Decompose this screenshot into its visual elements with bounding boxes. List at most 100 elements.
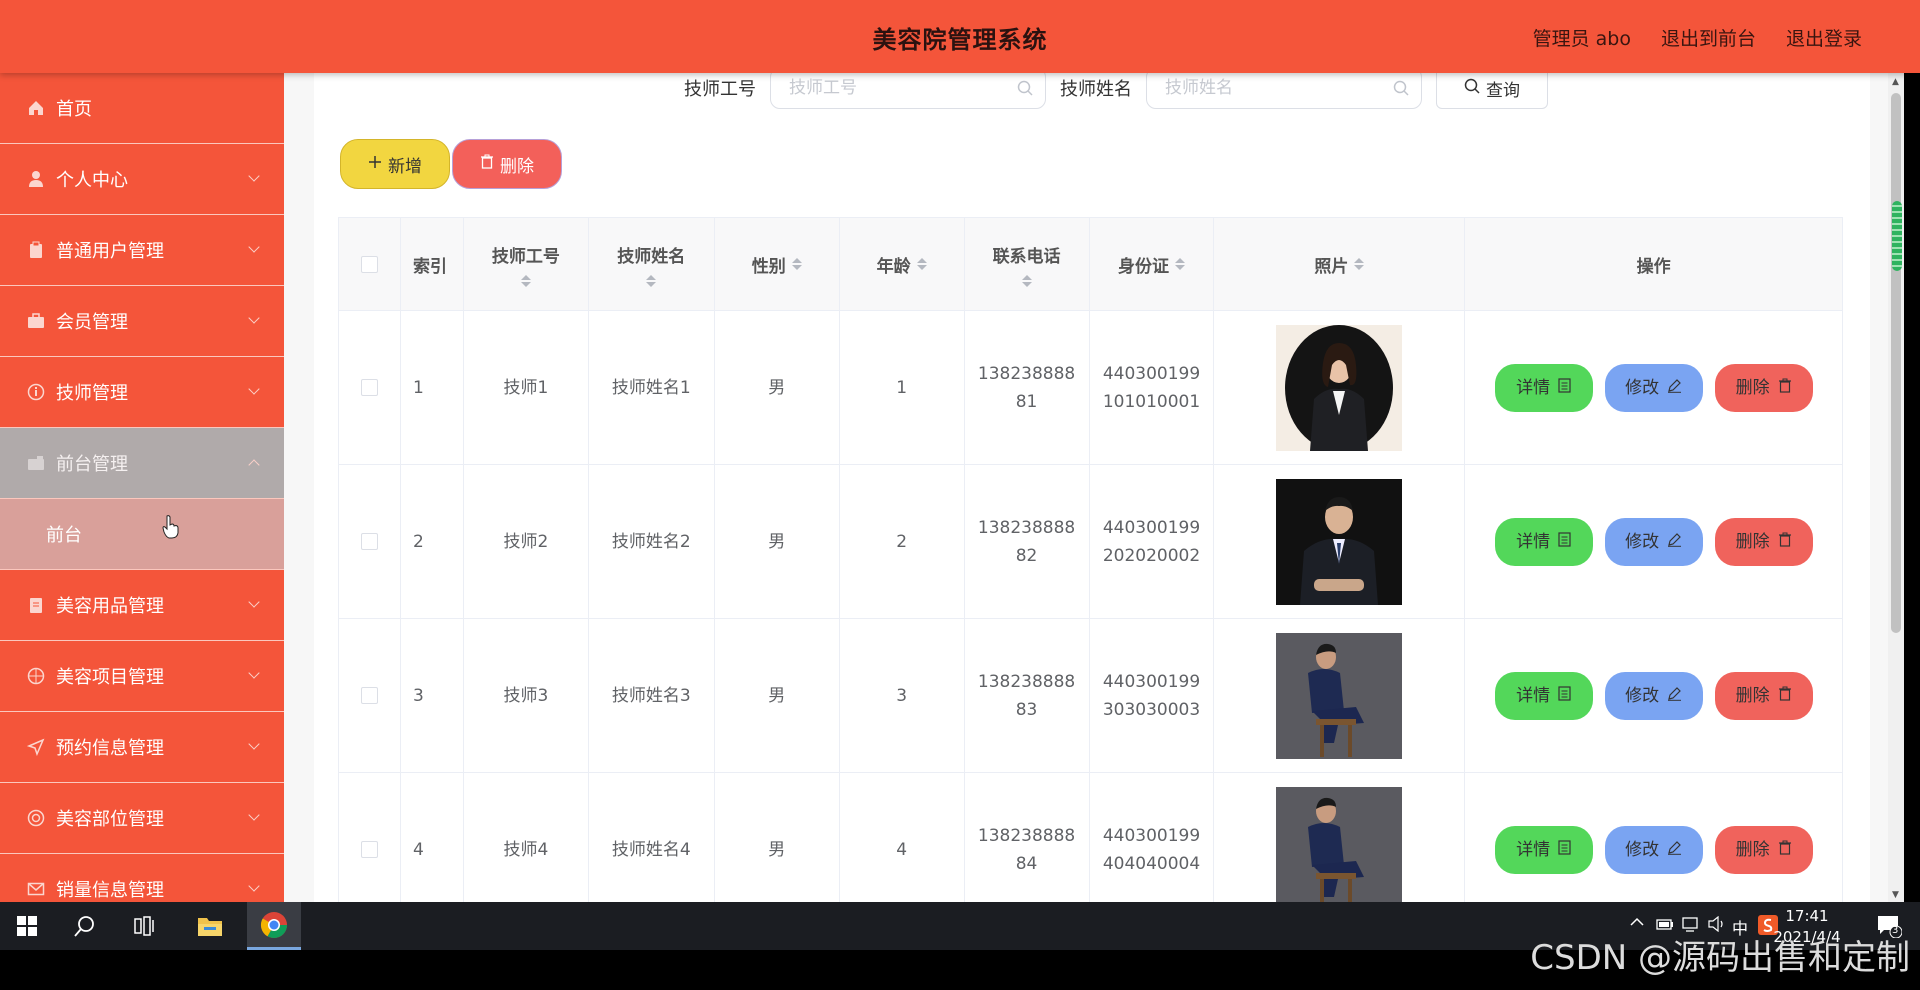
mail-icon [26, 879, 46, 899]
chevron-down-icon [248, 596, 260, 608]
tech-no-field[interactable] [770, 73, 1046, 109]
table-row: 2 技师2 技师姓名2 男 2 138238888 82 440300199 202… [339, 465, 1844, 619]
sidebar-item-personal-center[interactable]: 个人中心 [0, 144, 284, 215]
age-cell: 4 [840, 773, 965, 902]
batch-delete-button[interactable]: 删除 [452, 139, 562, 189]
detail-button[interactable]: 详情 [1494, 825, 1593, 874]
admin-user-link[interactable]: 管理员 abo [1533, 24, 1631, 51]
search-icon[interactable] [58, 902, 112, 950]
header-tech-no[interactable]: 技师工号 [463, 218, 589, 310]
sidebar-item-beauty-products[interactable]: 美容用品管理 [0, 570, 284, 641]
id-line-1: 440300199 [1102, 825, 1201, 846]
sidebar-item-beauty-projects[interactable]: 美容项目管理 [0, 641, 284, 712]
row-delete-button[interactable]: 删除 [1714, 671, 1813, 720]
side-widget-handle[interactable] [1892, 201, 1902, 271]
phone-line-1: 138238888 [977, 363, 1076, 384]
detail-button[interactable]: 详情 [1494, 363, 1593, 412]
row-checkbox-cell [339, 465, 401, 618]
exit-to-frontend-link[interactable]: 退出到前台 [1661, 24, 1756, 51]
edit-button[interactable]: 修改 [1604, 363, 1703, 412]
delete-label: 删除 [1735, 839, 1770, 860]
sort-icon[interactable] [1021, 274, 1032, 287]
table-row: 3 技师3 技师姓名3 男 3 138238888 83 440300199 303… [339, 619, 1844, 773]
task-view-icon[interactable] [118, 902, 172, 950]
row-checkbox[interactable] [360, 687, 378, 704]
sort-icon[interactable] [520, 274, 531, 287]
detail-button[interactable]: 详情 [1494, 517, 1593, 566]
sidebar: 首页 个人中心 普通用户管理 会员管理 技师管理 前台管理 前台 美容用品管理 … [0, 73, 284, 902]
sidebar-item-label: 普通用户管理 [56, 241, 164, 262]
send-icon [26, 737, 46, 757]
sidebar-subitem-frontdesk[interactable]: 前台 [0, 499, 284, 570]
circle-icon [26, 808, 46, 828]
row-delete-button[interactable]: 删除 [1714, 517, 1813, 566]
sidebar-item-label: 预约信息管理 [56, 738, 164, 759]
scroll-up-icon[interactable]: ▲ [1892, 77, 1899, 87]
sex-cell: 男 [715, 773, 840, 902]
photo-cell [1214, 465, 1466, 618]
sort-icon[interactable] [646, 274, 657, 287]
age-cell: 2 [840, 465, 965, 618]
sidebar-item-home[interactable]: 首页 [0, 73, 284, 144]
header-sex[interactable]: 性别 [714, 218, 840, 310]
tech-no-label: 技师工号 [684, 79, 756, 100]
age-cell: 3 [840, 619, 965, 772]
vertical-scrollbar[interactable]: ▲ ▼ [1888, 73, 1904, 902]
tech-name-cell: 技师姓名2 [589, 465, 715, 618]
sidebar-item-beauty-parts[interactable]: 美容部位管理 [0, 783, 284, 854]
sidebar-item-label: 个人中心 [56, 170, 128, 191]
index-cell: 1 [401, 311, 464, 464]
detail-button[interactable]: 详情 [1494, 671, 1593, 720]
row-delete-button[interactable]: 删除 [1714, 825, 1813, 874]
sidebar-item-users[interactable]: 普通用户管理 [0, 215, 284, 286]
select-all-checkbox[interactable] [360, 255, 378, 273]
id-line-1: 440300199 [1102, 363, 1201, 384]
phone-cell: 138238888 82 [965, 465, 1090, 618]
sidebar-item-label: 会员管理 [56, 312, 128, 333]
photo-cell [1214, 619, 1466, 772]
file-explorer-icon[interactable] [183, 902, 237, 950]
delete-label: 删除 [1735, 531, 1770, 552]
row-checkbox-cell [339, 619, 401, 772]
sidebar-item-appointments[interactable]: 预约信息管理 [0, 712, 284, 783]
header-phone[interactable]: 联系电话 [964, 218, 1090, 310]
sidebar-item-frontdesk[interactable]: 前台管理 [0, 428, 284, 499]
phone-line-2: 81 [1015, 391, 1038, 412]
sort-icon[interactable] [791, 258, 802, 270]
tech-name-input[interactable] [1165, 78, 1403, 98]
document-icon [1558, 374, 1571, 402]
header-age[interactable]: 年龄 [839, 218, 965, 310]
tech-name-field[interactable] [1146, 73, 1422, 109]
header-tech-name[interactable]: 技师姓名 [588, 218, 715, 310]
row-checkbox[interactable] [360, 379, 378, 396]
logout-link[interactable]: 退出登录 [1786, 24, 1862, 51]
windows-start-icon[interactable] [0, 902, 54, 950]
sidebar-item-sales[interactable]: 销量信息管理 [0, 854, 284, 902]
phone-line-1: 138238888 [977, 517, 1076, 538]
scroll-down-icon[interactable]: ▼ [1892, 890, 1899, 900]
scrollbar-thumb[interactable] [1891, 93, 1901, 633]
row-delete-button[interactable]: 删除 [1714, 363, 1813, 412]
add-button[interactable]: 新增 [340, 139, 450, 189]
sort-icon[interactable] [916, 258, 927, 270]
phone-line-2: 84 [1015, 853, 1038, 874]
sidebar-item-technicians[interactable]: 技师管理 [0, 357, 284, 428]
id-line-2: 404040004 [1102, 853, 1201, 874]
row-checkbox[interactable] [360, 533, 378, 550]
query-button[interactable]: 查询 [1436, 73, 1548, 109]
header-id-card[interactable]: 身份证 [1089, 218, 1215, 310]
add-button-label: 新增 [388, 156, 422, 177]
header-photo[interactable]: 照片 [1214, 218, 1466, 310]
header-phone-label: 联系电话 [992, 246, 1061, 267]
sidebar-item-members[interactable]: 会员管理 [0, 286, 284, 357]
sort-icon[interactable] [1174, 258, 1185, 270]
sort-icon[interactable] [1354, 258, 1365, 270]
chevron-down-icon [248, 738, 260, 750]
row-checkbox[interactable] [360, 841, 378, 858]
chrome-browser-icon[interactable] [247, 902, 301, 950]
index-cell: 3 [401, 619, 464, 772]
edit-button[interactable]: 修改 [1604, 517, 1703, 566]
edit-button[interactable]: 修改 [1604, 825, 1703, 874]
edit-button[interactable]: 修改 [1604, 671, 1703, 720]
tech-no-input[interactable] [789, 78, 1027, 98]
